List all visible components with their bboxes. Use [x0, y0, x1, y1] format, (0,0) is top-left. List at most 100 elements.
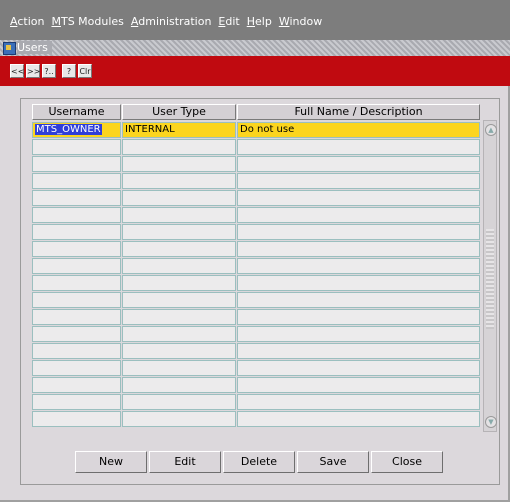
cell-username[interactable] — [32, 360, 121, 376]
table-row[interactable] — [32, 207, 480, 224]
table-row[interactable] — [32, 224, 480, 241]
scrollbar-thumb[interactable] — [486, 229, 494, 329]
menu-administration[interactable]: Administration — [131, 15, 212, 28]
cell-user-type[interactable] — [122, 377, 236, 393]
edit-button[interactable]: Edit — [149, 451, 221, 473]
cell-user-type[interactable] — [122, 156, 236, 172]
cell-full-name[interactable] — [237, 394, 480, 410]
cell-user-type[interactable] — [122, 360, 236, 376]
cell-username[interactable] — [32, 326, 121, 342]
table-row[interactable] — [32, 343, 480, 360]
cell-user-type[interactable] — [122, 394, 236, 410]
cell-full-name[interactable] — [237, 309, 480, 325]
cell-full-name[interactable] — [237, 360, 480, 376]
cell-username[interactable] — [32, 241, 121, 257]
cell-username[interactable] — [32, 394, 121, 410]
cell-user-type[interactable] — [122, 343, 236, 359]
delete-button[interactable]: Delete — [223, 451, 295, 473]
cell-username[interactable] — [32, 224, 121, 240]
menu-help[interactable]: Help — [247, 15, 272, 28]
cell-user-type[interactable] — [122, 275, 236, 291]
table-row[interactable] — [32, 156, 480, 173]
table-row[interactable] — [32, 258, 480, 275]
cell-full-name[interactable] — [237, 275, 480, 291]
query-button[interactable]: ? — [62, 64, 76, 78]
cell-full-name[interactable] — [237, 377, 480, 393]
cell-user-type[interactable] — [122, 326, 236, 342]
cell-user-type[interactable] — [122, 309, 236, 325]
next-record-button[interactable]: >> — [26, 64, 40, 78]
previous-record-button[interactable]: << — [10, 64, 24, 78]
cell-username[interactable] — [32, 207, 121, 223]
scroll-up-icon[interactable]: ▲ — [485, 124, 497, 136]
window-title-bar[interactable]: Users — [0, 40, 510, 56]
cell-username[interactable] — [32, 411, 121, 427]
cell-full-name[interactable] — [237, 241, 480, 257]
cell-username[interactable] — [32, 190, 121, 206]
cell-username[interactable] — [32, 292, 121, 308]
cell-user-type[interactable] — [122, 241, 236, 257]
menu-edit[interactable]: Edit — [218, 15, 239, 28]
column-header-user-type[interactable]: User Type — [122, 104, 236, 120]
cell-full-name[interactable] — [237, 207, 480, 223]
clear-button[interactable]: Clr — [78, 64, 92, 78]
scroll-down-icon[interactable]: ▼ — [485, 416, 497, 428]
table-row[interactable] — [32, 360, 480, 377]
cell-full-name[interactable] — [237, 139, 480, 155]
query-more-button[interactable]: ?.. — [42, 64, 56, 78]
cell-username[interactable] — [32, 309, 121, 325]
table-row[interactable] — [32, 411, 480, 428]
cell-user-type[interactable] — [122, 190, 236, 206]
cell-full-name[interactable] — [237, 258, 480, 274]
window-title: Users — [17, 41, 52, 54]
menu-window[interactable]: Window — [279, 15, 322, 28]
cell-username[interactable]: MTS_OWNER — [32, 122, 121, 138]
cell-full-name[interactable] — [237, 326, 480, 342]
table-row[interactable] — [32, 394, 480, 411]
cell-user-type[interactable] — [122, 139, 236, 155]
cell-username[interactable] — [32, 343, 121, 359]
save-button[interactable]: Save — [297, 451, 369, 473]
column-header-username[interactable]: Username — [32, 104, 121, 120]
cell-user-type[interactable] — [122, 411, 236, 427]
column-header-full-name[interactable]: Full Name / Description — [237, 104, 480, 120]
table-row[interactable] — [32, 241, 480, 258]
menu-items: Action MTS Modules Administration Edit H… — [10, 15, 322, 28]
table-row[interactable] — [32, 377, 480, 394]
cell-full-name[interactable] — [237, 224, 480, 240]
cell-user-type[interactable]: INTERNAL — [122, 122, 236, 138]
cell-full-name[interactable] — [237, 343, 480, 359]
cell-user-type[interactable] — [122, 292, 236, 308]
table-row[interactable] — [32, 173, 480, 190]
window-app-icon — [3, 42, 16, 55]
cell-username[interactable] — [32, 156, 121, 172]
close-button[interactable]: Close — [371, 451, 443, 473]
new-button[interactable]: New — [75, 451, 147, 473]
cell-user-type[interactable] — [122, 258, 236, 274]
cell-full-name[interactable] — [237, 292, 480, 308]
cell-full-name[interactable] — [237, 156, 480, 172]
table-row[interactable] — [32, 292, 480, 309]
cell-full-name[interactable] — [237, 173, 480, 189]
menu-action[interactable]: Action — [10, 15, 44, 28]
cell-full-name[interactable] — [237, 411, 480, 427]
table-row[interactable] — [32, 139, 480, 156]
vertical-scrollbar[interactable]: ▲ ▼ — [483, 120, 497, 432]
table-row[interactable] — [32, 275, 480, 292]
cell-user-type[interactable] — [122, 224, 236, 240]
cell-username[interactable] — [32, 275, 121, 291]
table-row[interactable]: MTS_OWNER INTERNAL Do not use — [32, 122, 480, 139]
cell-full-name[interactable]: Do not use — [237, 122, 480, 138]
cell-username[interactable] — [32, 173, 121, 189]
cell-user-type[interactable] — [122, 207, 236, 223]
menu-mts-modules[interactable]: MTS Modules — [51, 15, 123, 28]
cell-username[interactable] — [32, 139, 121, 155]
table-row[interactable] — [32, 309, 480, 326]
cell-full-name[interactable] — [237, 190, 480, 206]
cell-username-text: MTS_OWNER — [35, 124, 102, 135]
cell-user-type[interactable] — [122, 173, 236, 189]
table-row[interactable] — [32, 190, 480, 207]
cell-username[interactable] — [32, 377, 121, 393]
cell-username[interactable] — [32, 258, 121, 274]
table-row[interactable] — [32, 326, 480, 343]
